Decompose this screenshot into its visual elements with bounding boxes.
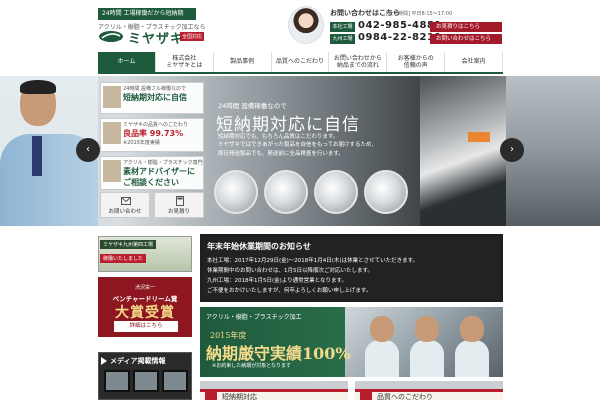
slider-next-button[interactable]: › bbox=[500, 138, 524, 162]
banner-note: ※お約束した納期が対象となります bbox=[212, 363, 292, 369]
side-contact-label: お問い合わせ bbox=[108, 209, 142, 215]
hero-body-line: ミヤザキではできあがった製品を自信をもってお届けするため、 bbox=[218, 142, 378, 149]
business-hours: [受付時間] 平日8:15〜17:00 bbox=[386, 11, 453, 17]
media-thumb bbox=[104, 370, 130, 392]
company-logo-text[interactable]: ミヤザキ bbox=[128, 28, 184, 47]
promo-thumb-icon bbox=[103, 86, 121, 108]
machine-accent bbox=[468, 132, 490, 142]
media-thumb bbox=[133, 370, 159, 392]
play-icon bbox=[101, 357, 107, 365]
slider-prev-button[interactable]: ‹ bbox=[76, 138, 100, 162]
side-estimate-label: お見積り bbox=[167, 209, 190, 215]
news-line: ご不便をおかけいたしますが、何卒よろしくお願い申し上げます。 bbox=[207, 288, 372, 294]
award-line1: 渋沢栄一 bbox=[134, 285, 155, 291]
hero-small-text: 24時間 設備稼働なので bbox=[218, 102, 287, 110]
kyushu-status: 稼働いたしました bbox=[100, 254, 147, 263]
main-nav: ホーム 株式会社 ミヤザキとは 製品事例 品質へのこだわり お問い合わせから 納… bbox=[98, 52, 504, 74]
hero-body: 短納期対応でも、もちろん品質はこだわります。 ミヤザキではできあがった製品を自信… bbox=[218, 133, 418, 158]
nav-voices[interactable]: お客様からの 信頼の声 bbox=[387, 52, 446, 72]
news-line: 本社工場：2017年12月29日(金)〜2018年1月4日(木)は休業とさせてい… bbox=[207, 258, 419, 264]
worker-body bbox=[365, 340, 399, 377]
product-sample-2 bbox=[264, 170, 308, 214]
news-title: 年末年始休業期間のお知らせ bbox=[207, 242, 311, 251]
worker-head bbox=[460, 316, 484, 342]
award-detail-button[interactable]: 詳細はこちら bbox=[114, 321, 178, 332]
banner-title: アクリル・樹脂・プラスチック加工 bbox=[206, 314, 302, 321]
product-sample-3 bbox=[314, 170, 358, 214]
nav-about[interactable]: 株式会社 ミヤザキとは bbox=[156, 52, 214, 72]
product-sample-1 bbox=[214, 170, 258, 214]
hero-body-line: 即日発送製品でも、発送前に全品検査を行います。 bbox=[218, 150, 344, 157]
truck-icon bbox=[205, 391, 217, 400]
news-line: 休業期間中のお問い合わせは、1月5日以降順次ご対応いたします。 bbox=[207, 268, 373, 274]
side-estimate-button[interactable]: お見積り bbox=[154, 192, 204, 218]
product-sample-4 bbox=[364, 170, 408, 214]
award-line3: 大賞受賞 bbox=[115, 305, 175, 321]
staff-hair bbox=[20, 80, 56, 94]
hero-headline: 短納期対応に自信 bbox=[216, 115, 360, 135]
nav-quality[interactable]: 品質へのこだわり bbox=[272, 52, 330, 72]
promo-advisor[interactable]: アクリル・樹脂・プラスチック専門の 素材アドバイザーに ご相談ください bbox=[100, 156, 204, 190]
promo-thumb-icon bbox=[103, 122, 121, 144]
side-contact-button[interactable]: お問い合わせ bbox=[100, 192, 150, 218]
media-title: メディア掲載情報 bbox=[110, 357, 166, 365]
quality-icon bbox=[360, 391, 372, 400]
hero-body-line: 短納期対応でも、もちろん品質はこだわります。 bbox=[218, 134, 339, 140]
nationwide-badge: 全国対応 bbox=[180, 32, 205, 41]
plant-tag-honsha: 本社工場 bbox=[330, 22, 355, 32]
promo-thumb-icon bbox=[103, 160, 121, 182]
estimate-button[interactable]: お見積りはこちら bbox=[430, 22, 502, 32]
nav-company[interactable]: 会社案内 bbox=[445, 52, 504, 72]
media-thumb bbox=[162, 370, 188, 392]
company-logo-icon[interactable] bbox=[98, 30, 124, 43]
worker-head bbox=[415, 316, 439, 342]
nav-home[interactable]: ホーム bbox=[98, 52, 156, 72]
mail-icon bbox=[121, 197, 131, 205]
worker-body bbox=[455, 340, 489, 377]
card-quality-label[interactable]: 品質へのこだわり bbox=[355, 389, 503, 400]
plant-tag-kyushu: 九州工場 bbox=[330, 34, 355, 44]
contact-button[interactable]: お問い合わせはこちら bbox=[430, 34, 502, 44]
promo-quality[interactable]: ミヤザキの品質へのこだわり 良品率 99.73% ※2015年度実績 bbox=[100, 118, 204, 152]
machine-photo bbox=[420, 76, 506, 226]
nav-flow[interactable]: お問い合わせから 納品までの流れ bbox=[329, 52, 388, 72]
banner-headline: 納期厳守実績100% bbox=[206, 344, 351, 363]
kyushu-title: ミヤザキ九州第四工場 bbox=[100, 240, 157, 249]
worker-body bbox=[410, 340, 444, 377]
card-short-delivery-label[interactable]: 短納期対応 bbox=[200, 389, 348, 400]
calculator-icon bbox=[176, 196, 184, 206]
promo-short-delivery[interactable]: 24時間 設備フル稼働なので 短納期対応に自信 bbox=[100, 82, 204, 114]
worker-head bbox=[370, 316, 394, 342]
header-tagline: 24時間 工場稼働だから短納期 bbox=[98, 8, 196, 20]
operator-avatar bbox=[288, 6, 324, 44]
news-line: 九州工場：2018年1月5日(金)より通常営業となります。 bbox=[207, 278, 347, 284]
nav-products[interactable]: 製品事例 bbox=[214, 52, 272, 72]
staff-tie bbox=[32, 136, 42, 176]
